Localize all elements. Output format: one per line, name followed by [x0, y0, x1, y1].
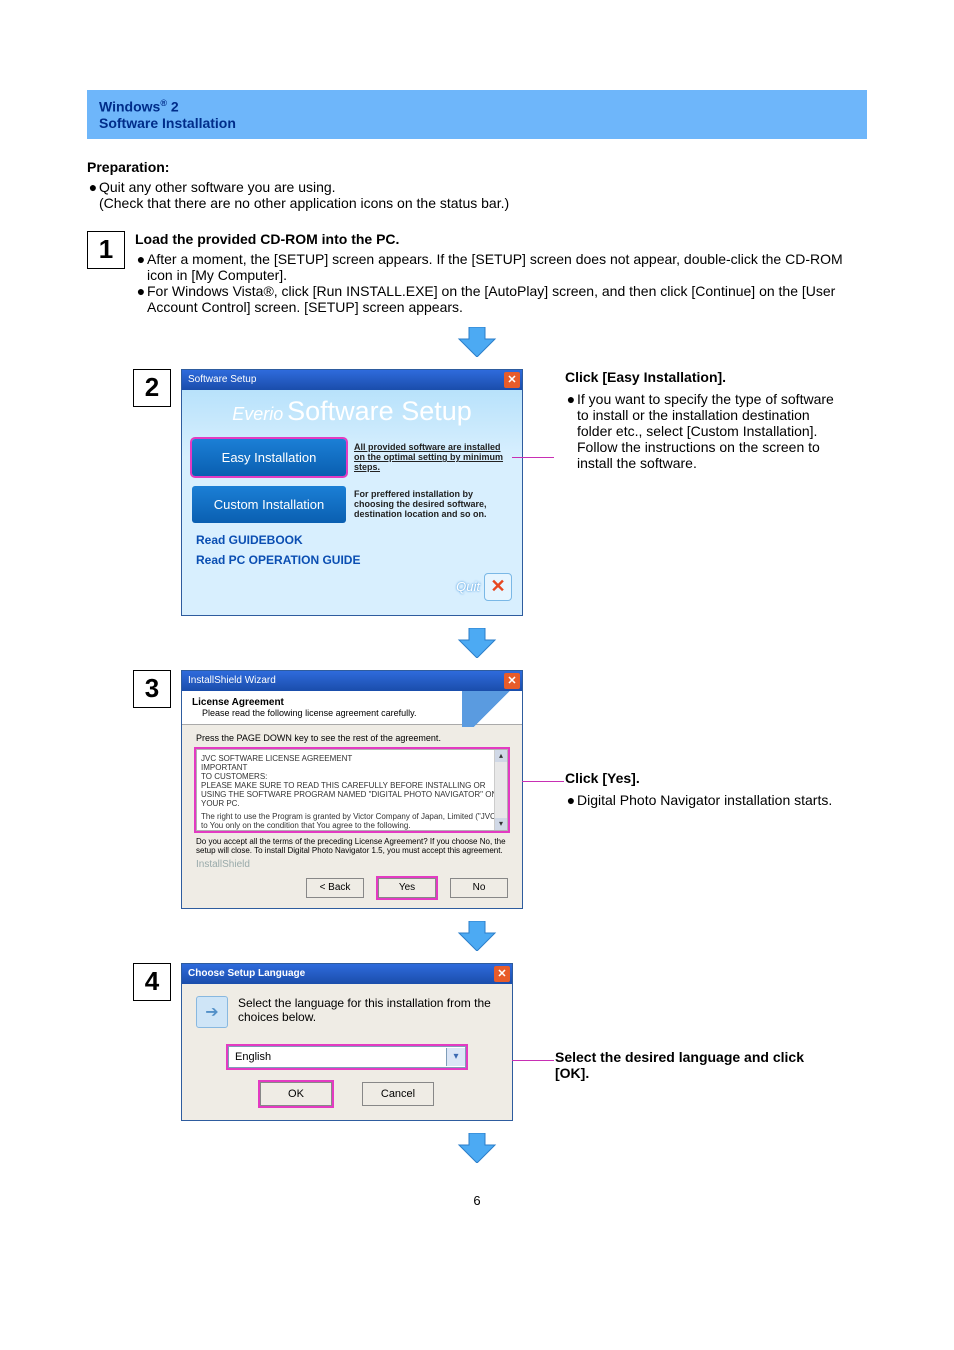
step4-instructions: Select the desired language and click [O… [555, 1049, 825, 1087]
section-header: Windows® 2 Software Installation [87, 90, 867, 139]
step-1: 1 Load the provided CD-ROM into the PC. … [87, 231, 867, 315]
no-button[interactable]: No [450, 878, 508, 898]
down-arrow-icon [452, 1133, 502, 1163]
prep-title: Preparation: [87, 159, 867, 175]
close-icon[interactable]: ✕ [504, 673, 520, 689]
lang-message: Select the language for this installatio… [238, 996, 498, 1024]
read-guidebook-link[interactable]: Read GUIDEBOOK [196, 533, 512, 547]
language-window: Choose Setup Language ✕ ➔ Select the lan… [181, 963, 513, 1121]
pagedown-instr: Press the PAGE DOWN key to see the rest … [196, 733, 508, 743]
globe-icon: ➔ [196, 996, 228, 1028]
step1-b1: After a moment, the [SETUP] screen appea… [147, 251, 867, 283]
custom-installation-button[interactable]: Custom Installation [192, 486, 346, 523]
step-number: 2 [133, 369, 171, 407]
custom-desc: For preffered installation by choosing t… [354, 489, 512, 519]
step3-instructions: Click [Yes]. ● Digital Photo Navigator i… [565, 770, 835, 808]
window-title: InstallShield Wizard [184, 675, 276, 686]
bullet-dot: ● [87, 179, 99, 211]
callout-line [522, 781, 564, 783]
installshield-window: InstallShield Wizard ✕ License Agreement… [181, 670, 523, 909]
chevron-down-icon[interactable]: ▾ [446, 1048, 465, 1066]
header-reg: ® [160, 98, 167, 108]
step-3: 3 InstallShield Wizard ✕ License Agreeme… [133, 670, 867, 909]
step2-instructions: Click [Easy Installation]. ● If you want… [565, 369, 835, 471]
step2-side-title: Click [Easy Installation]. [565, 369, 835, 385]
language-select[interactable]: English ▾ [228, 1046, 466, 1068]
callout-line [512, 1060, 554, 1062]
prep-b1-sub: (Check that there are no other applicati… [99, 195, 867, 211]
step3-side-title: Click [Yes]. [565, 770, 835, 786]
easy-installation-button[interactable]: Easy Installation [192, 439, 346, 476]
step-number: 1 [87, 231, 125, 269]
close-icon[interactable]: ✕ [504, 372, 520, 388]
step-number: 4 [133, 963, 171, 1001]
header-graphic [462, 691, 522, 727]
scroll-down-icon[interactable]: ▾ [495, 818, 507, 830]
yes-button[interactable]: Yes [378, 878, 436, 898]
step-4: 4 Choose Setup Language ✕ ➔ Select the l… [133, 963, 867, 1121]
header-line1-post: 2 [167, 99, 179, 115]
scrollbar[interactable]: ▴ ▾ [494, 750, 507, 830]
step-number: 3 [133, 670, 171, 708]
step1-b2: For Windows Vista®, click [Run INSTALL.E… [147, 283, 867, 315]
prep-b1: Quit any other software you are using. [99, 179, 867, 195]
license-textarea[interactable]: JVC SOFTWARE LICENSE AGREEMENT IMPORTANT… [196, 749, 508, 831]
ok-button[interactable]: OK [260, 1082, 332, 1106]
window-title: Choose Setup Language [184, 968, 305, 979]
cancel-button[interactable]: Cancel [362, 1082, 434, 1106]
quit-button[interactable]: ✕ [484, 573, 512, 601]
license-title: License Agreement [192, 697, 416, 708]
license-sub: Please read the following license agreem… [202, 708, 416, 718]
down-arrow-icon [452, 921, 502, 951]
step4-side-title: Select the desired language and click [O… [555, 1049, 825, 1081]
scroll-up-icon[interactable]: ▴ [495, 750, 507, 762]
quit-label: Quit [456, 579, 480, 594]
selected-language: English [235, 1051, 271, 1063]
close-icon[interactable]: ✕ [494, 966, 510, 982]
step-2: 2 Software Setup ✕ Everio Software Setup… [133, 369, 867, 616]
easy-desc: All provided software are installed on t… [354, 442, 512, 472]
installshield-brand: InstallShield [196, 859, 508, 870]
window-title: Software Setup [184, 374, 256, 385]
header-line2: Software Installation [99, 115, 855, 131]
down-arrow-icon [452, 628, 502, 658]
accept-text: Do you accept all the terms of the prece… [196, 837, 508, 855]
page-number: 6 [87, 1193, 867, 1208]
preparation-block: Preparation: ● Quit any other software y… [87, 159, 867, 211]
back-button[interactable]: < Back [306, 878, 364, 898]
setup-window: Software Setup ✕ Everio Software Setup E… [181, 369, 523, 616]
app-title: Everio Software Setup [192, 396, 512, 427]
down-arrow-icon [452, 327, 502, 357]
header-line1-pre: Windows [99, 99, 160, 115]
callout-line [512, 457, 554, 459]
read-pc-guide-link[interactable]: Read PC OPERATION GUIDE [196, 553, 512, 567]
step1-heading: Load the provided CD-ROM into the PC. [135, 231, 867, 247]
